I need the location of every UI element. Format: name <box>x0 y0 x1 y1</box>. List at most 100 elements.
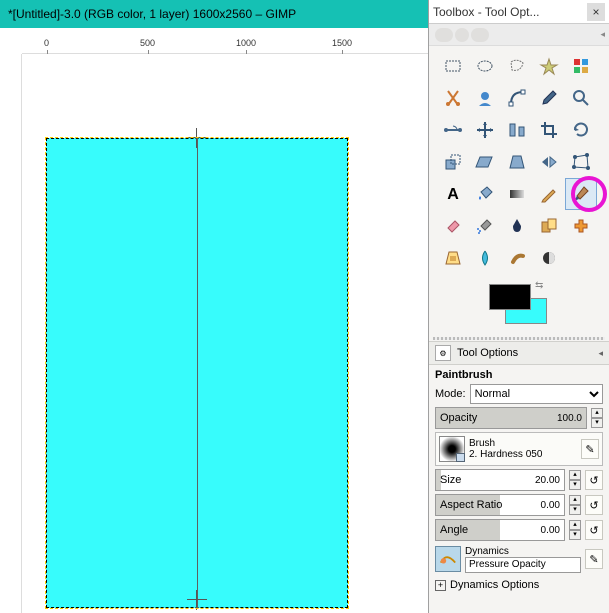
tool-paintbrush[interactable] <box>565 178 597 210</box>
tool-fuzzy-select[interactable] <box>533 50 565 82</box>
tool-cage[interactable] <box>565 146 597 178</box>
tool-color-picker[interactable] <box>533 82 565 114</box>
tool-grid: A <box>429 46 609 276</box>
tool-options-body: Paintbrush Mode: Normal Opacity 100.0 ▴▾… <box>429 365 609 597</box>
perspective-icon <box>507 152 527 172</box>
image-titlebar[interactable]: *[Untitled]-3.0 (RGB color, 1 layer) 160… <box>0 0 428 28</box>
tool-free-select[interactable] <box>501 50 533 82</box>
brush-preview[interactable] <box>439 436 465 462</box>
opacity-label: Opacity <box>440 412 477 424</box>
perspective-clone-icon <box>443 248 463 268</box>
size-label: Size <box>440 474 461 486</box>
dynamics-icon[interactable] <box>435 546 461 572</box>
mode-select[interactable]: Normal <box>470 384 603 404</box>
tool-scissors[interactable] <box>437 82 469 114</box>
tool-ink[interactable] <box>501 210 533 242</box>
panel-menu-icon[interactable]: ◂ <box>598 348 603 359</box>
tool-blur[interactable] <box>469 242 501 274</box>
opacity-slider[interactable]: Opacity 100.0 <box>435 407 587 429</box>
mode-label: Mode: <box>435 388 466 400</box>
aspect-spinner[interactable]: ▴▾ <box>569 495 581 515</box>
cage-icon <box>571 152 591 172</box>
tool-measure[interactable] <box>437 114 469 146</box>
tool-airbrush[interactable] <box>469 210 501 242</box>
angle-slider[interactable]: Angle 0.00 <box>435 519 565 541</box>
close-button[interactable]: × <box>587 3 605 21</box>
dynamics-label: Dynamics <box>465 546 581 557</box>
canvas[interactable] <box>46 138 348 608</box>
wilber-icon <box>455 28 469 42</box>
tool-clone[interactable] <box>533 210 565 242</box>
size-slider[interactable]: Size 20.00 <box>435 469 565 491</box>
dynamics-edit-icon[interactable]: ✎ <box>585 549 603 569</box>
swap-colors-icon[interactable]: ⇆ <box>535 280 547 292</box>
angle-spinner[interactable]: ▴▾ <box>569 520 581 540</box>
tool-heal[interactable] <box>565 210 597 242</box>
ruler-tick: 0 <box>44 38 49 48</box>
brush-name: 2. Hardness 050 <box>469 449 577 460</box>
ruler-tick: 1500 <box>332 38 352 48</box>
aspect-value: 0.00 <box>541 500 560 511</box>
angle-row: Angle 0.00 ▴▾ ↺ <box>435 519 603 541</box>
image-window: *[Untitled]-3.0 (RGB color, 1 layer) 160… <box>0 0 428 613</box>
ruler-horizontal[interactable]: 0 500 1000 1500 <box>22 36 428 54</box>
dynamics-options-expander[interactable]: + Dynamics Options <box>435 577 603 593</box>
scissors-icon <box>443 88 463 108</box>
fg-color-swatch[interactable] <box>489 284 531 310</box>
tool-crop[interactable] <box>533 114 565 146</box>
tool-shear[interactable] <box>469 146 501 178</box>
tool-ellipse-select[interactable] <box>469 50 501 82</box>
tool-text[interactable]: A <box>437 178 469 210</box>
dynamics-field[interactable]: Pressure Opacity <box>465 557 581 573</box>
opacity-spinner[interactable]: ▴▾ <box>591 408 603 428</box>
paintbrush-icon <box>571 184 591 204</box>
bucket-icon <box>475 184 495 204</box>
tool-scale[interactable] <box>437 146 469 178</box>
ellipse-select-icon <box>475 56 495 76</box>
smudge-icon <box>507 248 527 268</box>
tool-align[interactable] <box>501 114 533 146</box>
tool-pencil[interactable] <box>533 178 565 210</box>
tool-bucket[interactable] <box>469 178 501 210</box>
tool-color-select[interactable] <box>565 50 597 82</box>
opacity-value: 100.0 <box>557 413 582 424</box>
angle-value: 0.00 <box>541 525 560 536</box>
tool-options-header[interactable]: ⚙ Tool Options ◂ <box>429 341 609 365</box>
tool-eraser[interactable] <box>437 210 469 242</box>
size-spinner[interactable]: ▴▾ <box>569 470 581 490</box>
tool-options-icon: ⚙ <box>435 345 451 361</box>
tool-foreground-select[interactable] <box>469 82 501 114</box>
blend-icon <box>507 184 527 204</box>
measure-icon <box>443 120 463 140</box>
brush-edit-icon[interactable]: ✎ <box>581 439 599 459</box>
panel-menu-icon[interactable]: ◂ <box>600 29 609 40</box>
panel-tabs[interactable]: ◂ <box>429 24 609 46</box>
tool-perspective[interactable] <box>501 146 533 178</box>
tool-rectangle-select[interactable] <box>437 50 469 82</box>
ruler-vertical[interactable] <box>0 54 22 613</box>
toolbox-titlebar[interactable]: Toolbox - Tool Opt... × <box>429 0 609 24</box>
flip-icon <box>539 152 559 172</box>
tool-paths[interactable] <box>501 82 533 114</box>
aspect-slider[interactable]: Aspect Ratio 0.00 <box>435 494 565 516</box>
size-reset-icon[interactable]: ↺ <box>585 470 603 490</box>
color-select-icon <box>571 56 591 76</box>
ink-icon <box>507 216 527 236</box>
aspect-reset-icon[interactable]: ↺ <box>585 495 603 515</box>
tool-blend[interactable] <box>501 178 533 210</box>
tool-move[interactable] <box>469 114 501 146</box>
canvas-area[interactable] <box>22 54 428 613</box>
heal-icon <box>571 216 591 236</box>
pencil-icon <box>539 184 559 204</box>
angle-reset-icon[interactable]: ↺ <box>585 520 603 540</box>
brush-label: Brush <box>469 438 577 449</box>
tool-zoom[interactable] <box>565 82 597 114</box>
tool-dodge-burn[interactable] <box>533 242 565 274</box>
tool-rotate[interactable] <box>565 114 597 146</box>
tool-flip[interactable] <box>533 146 565 178</box>
wilber-icon <box>435 28 453 42</box>
tool-smudge[interactable] <box>501 242 533 274</box>
airbrush-icon <box>475 216 495 236</box>
tool-perspective-clone[interactable] <box>437 242 469 274</box>
ruler-tick: 500 <box>140 38 155 48</box>
